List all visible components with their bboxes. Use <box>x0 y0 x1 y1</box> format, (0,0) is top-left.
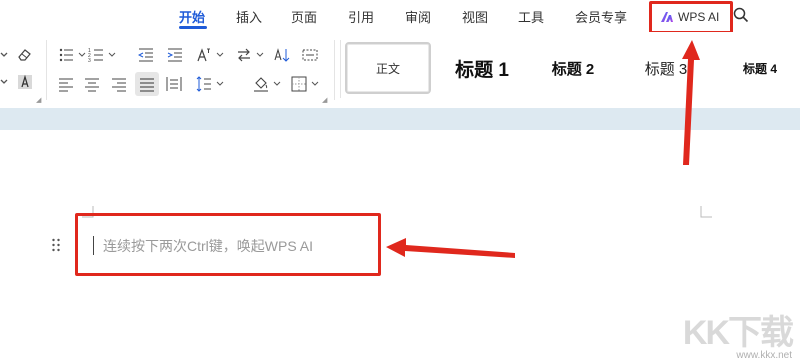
chinese-layout-chevron-icon[interactable] <box>212 47 224 63</box>
style-heading-1-label: 标题 1 <box>455 59 509 81</box>
numbered-list-chevron-icon[interactable] <box>104 47 116 63</box>
tab-review[interactable]: 审阅 <box>405 7 431 26</box>
style-heading-4[interactable]: 标题 4 <box>727 42 793 94</box>
font-group-expand-icon[interactable]: ◢ <box>36 96 41 104</box>
style-heading-4-label: 标题 4 <box>742 61 777 76</box>
align-center-icon[interactable] <box>84 76 100 92</box>
align-right-icon[interactable] <box>111 76 127 92</box>
chinese-layout-icon[interactable] <box>196 47 212 63</box>
highlight-box-wps-ai <box>649 1 733 34</box>
border-chevron-icon[interactable] <box>307 76 319 92</box>
drag-handle-icon[interactable] <box>51 237 61 253</box>
eraser-icon[interactable] <box>17 46 33 62</box>
char-shading-icon[interactable] <box>17 74 33 90</box>
shading-chevron-icon[interactable] <box>269 76 281 92</box>
page-corner-mark-right <box>700 206 712 218</box>
tab-tools[interactable]: 工具 <box>518 7 544 26</box>
text-direction-icon[interactable] <box>236 47 252 63</box>
font-dropdown-chevron-icon[interactable] <box>0 47 14 63</box>
tab-insert[interactable]: 插入 <box>236 7 262 26</box>
decrease-indent-icon[interactable] <box>138 47 154 63</box>
style-heading-1[interactable]: 标题 1 <box>437 42 527 94</box>
highlight-dropdown-chevron-icon[interactable] <box>0 74 14 90</box>
bullet-list-icon[interactable] <box>58 47 74 63</box>
ruler-band <box>0 108 800 130</box>
watermark: KK下载 www.kkx.net <box>682 314 794 361</box>
line-spacing-icon[interactable] <box>196 76 212 92</box>
style-gallery: 正文 标题 1 标题 2 标题 3 标题 4 <box>340 40 800 98</box>
highlight-box-placeholder <box>75 213 381 276</box>
border-icon[interactable] <box>291 76 307 92</box>
tab-home[interactable]: 开始 <box>179 7 205 26</box>
style-heading-3-label: 标题 3 <box>644 60 688 78</box>
align-left-icon[interactable] <box>58 76 74 92</box>
tab-reference[interactable]: 引用 <box>348 7 374 26</box>
toolbar-divider <box>334 40 335 100</box>
search-icon[interactable] <box>733 7 749 23</box>
numbered-list-icon[interactable]: 123 <box>88 47 104 63</box>
menu-bar: 开始 插入 页面 引用 审阅 视图 工具 会员专享 WPS AI <box>0 0 800 34</box>
watermark-logo: KK下载 <box>682 314 794 352</box>
justify-icon[interactable] <box>139 76 155 92</box>
toolbar-divider <box>46 40 47 100</box>
style-heading-2[interactable]: 标题 2 <box>537 42 609 94</box>
text-direction-chevron-icon[interactable] <box>252 47 264 63</box>
tab-view[interactable]: 视图 <box>462 7 488 26</box>
style-heading-3[interactable]: 标题 3 <box>633 42 699 94</box>
style-heading-2-label: 标题 2 <box>551 60 595 78</box>
svg-text:3: 3 <box>88 58 91 63</box>
tab-member[interactable]: 会员专享 <box>575 7 627 26</box>
active-tab-indicator <box>179 26 207 29</box>
tab-page[interactable]: 页面 <box>291 7 317 26</box>
style-normal-label: 正文 <box>375 61 400 76</box>
bullet-list-chevron-icon[interactable] <box>74 47 86 63</box>
shading-bucket-icon[interactable] <box>253 76 269 92</box>
show-hide-marks-icon[interactable] <box>302 47 318 63</box>
sort-icon[interactable] <box>274 47 290 63</box>
distributed-align-icon[interactable] <box>166 76 182 92</box>
style-normal[interactable]: 正文 <box>345 42 431 94</box>
increase-indent-icon[interactable] <box>167 47 183 63</box>
paragraph-group-expand-icon[interactable]: ◢ <box>322 96 327 104</box>
line-spacing-chevron-icon[interactable] <box>212 76 224 92</box>
